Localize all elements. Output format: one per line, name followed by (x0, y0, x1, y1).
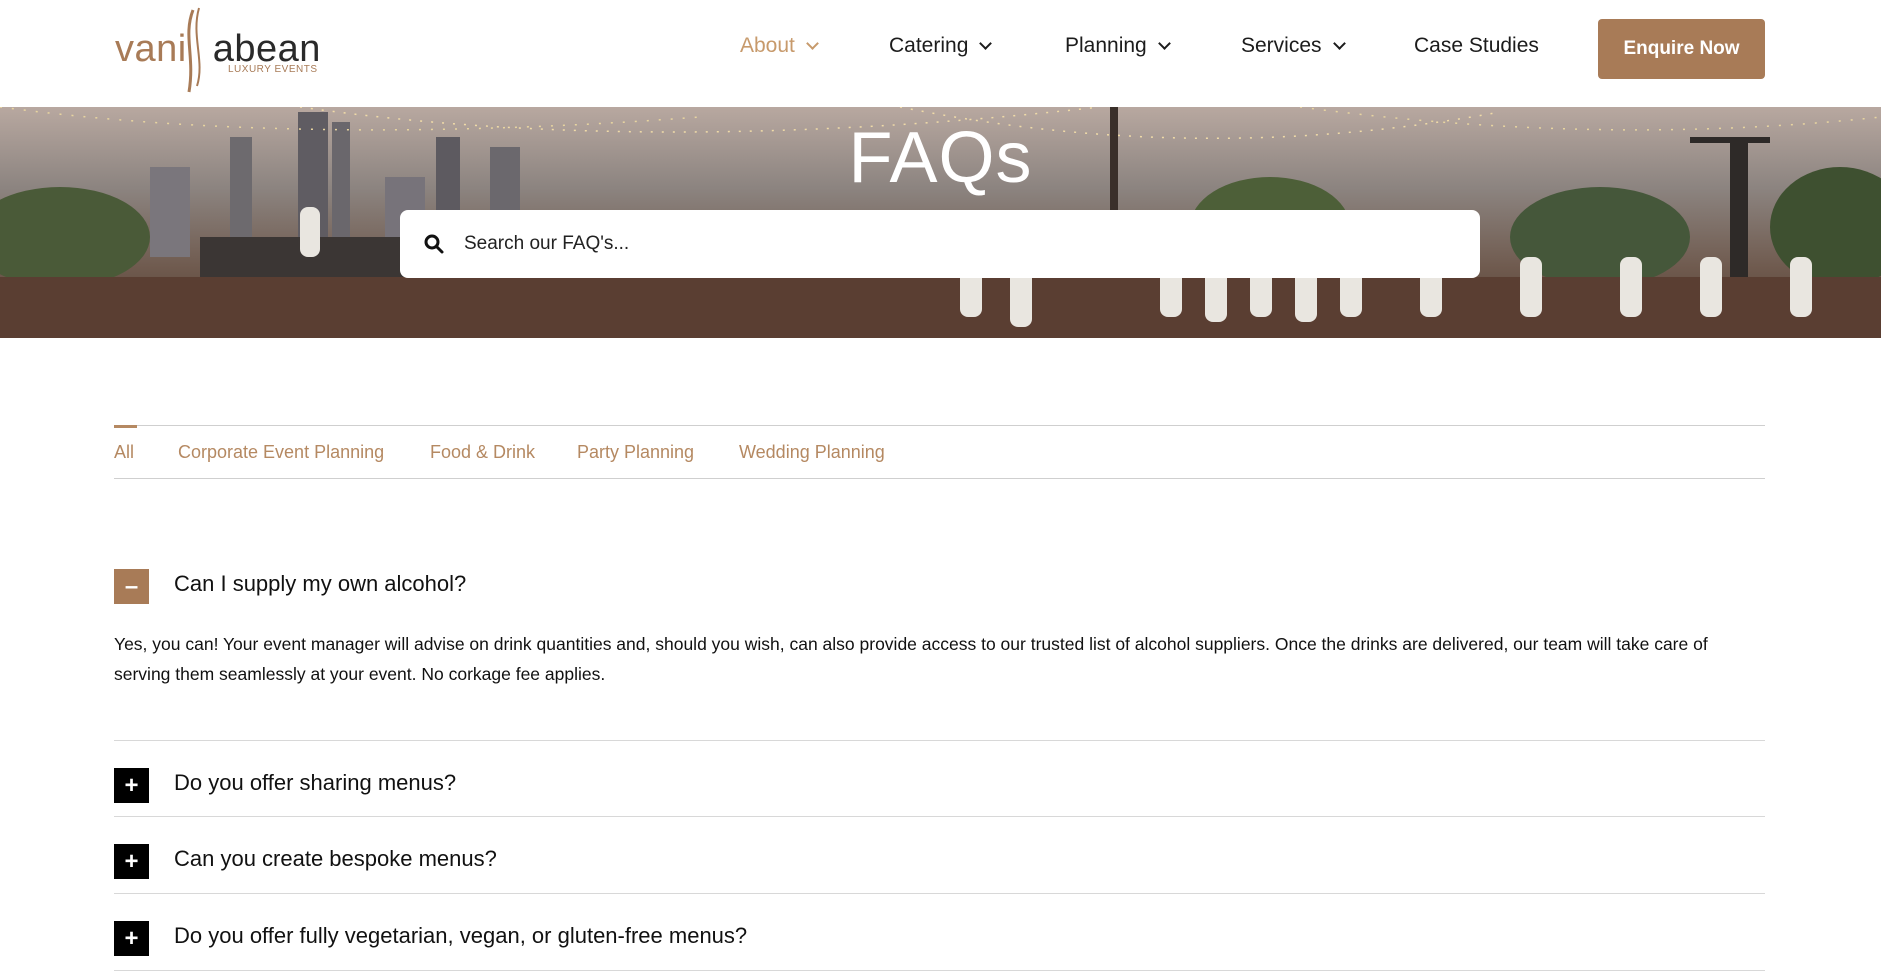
logo[interactable]: vani abean LUXURY EVENTS (113, 6, 323, 96)
enquire-now-button[interactable]: Enquire Now (1598, 19, 1765, 79)
divider (114, 970, 1765, 971)
expand-toggle-button[interactable]: + (114, 844, 149, 879)
nav-label: Catering (889, 34, 969, 57)
faq-question[interactable]: Can I supply my own alcohol? (174, 571, 466, 597)
faq-question[interactable]: Do you offer fully vegetarian, vegan, or… (174, 923, 747, 949)
page-title: FAQs (848, 118, 1033, 198)
faq-answer: Yes, you can! Your event manager will ad… (114, 634, 1708, 684)
expand-toggle-button[interactable]: + (114, 921, 149, 956)
chevron-down-icon (1332, 37, 1346, 50)
faq-question[interactable]: Can you create bespoke menus? (174, 846, 497, 872)
tab-corporate-event-planning[interactable]: Corporate Event Planning (178, 442, 384, 463)
nav-label: Planning (1065, 34, 1147, 57)
nav-label: Services (1241, 34, 1322, 57)
site-header: vani abean LUXURY EVENTS About Catering P… (0, 0, 1881, 107)
nav-item-about[interactable]: About (740, 34, 819, 58)
logo-tagline: LUXURY EVENTS (228, 64, 318, 75)
tab-all[interactable]: All (114, 425, 138, 463)
chevron-down-icon (979, 37, 993, 50)
expand-toggle-button[interactable]: + (114, 768, 149, 803)
hero-banner: FAQs (0, 107, 1881, 338)
nav-label: About (740, 34, 795, 57)
nav-item-catering[interactable]: Catering (889, 34, 993, 58)
nav-item-planning[interactable]: Planning (1065, 34, 1171, 58)
divider (114, 740, 1765, 741)
chevron-down-icon (806, 37, 819, 50)
nav-item-case-studies[interactable]: Case Studies (1414, 34, 1539, 58)
faq-category-tabs: All Corporate Event Planning Food & Drin… (114, 425, 1765, 479)
faq-search-input[interactable] (464, 233, 1424, 255)
divider (114, 893, 1765, 894)
faq-search-box[interactable] (400, 210, 1480, 278)
chevron-down-icon (1157, 37, 1171, 50)
faq-question[interactable]: Do you offer sharing menus? (174, 770, 456, 796)
search-icon (422, 232, 446, 256)
divider (114, 816, 1765, 817)
collapse-toggle-button[interactable]: – (114, 569, 149, 604)
nav-item-services[interactable]: Services (1241, 34, 1346, 58)
tab-wedding-planning[interactable]: Wedding Planning (739, 442, 885, 463)
tab-food-drink[interactable]: Food & Drink (430, 442, 535, 463)
tab-party-planning[interactable]: Party Planning (577, 442, 694, 463)
nav-label: Case Studies (1414, 34, 1539, 57)
